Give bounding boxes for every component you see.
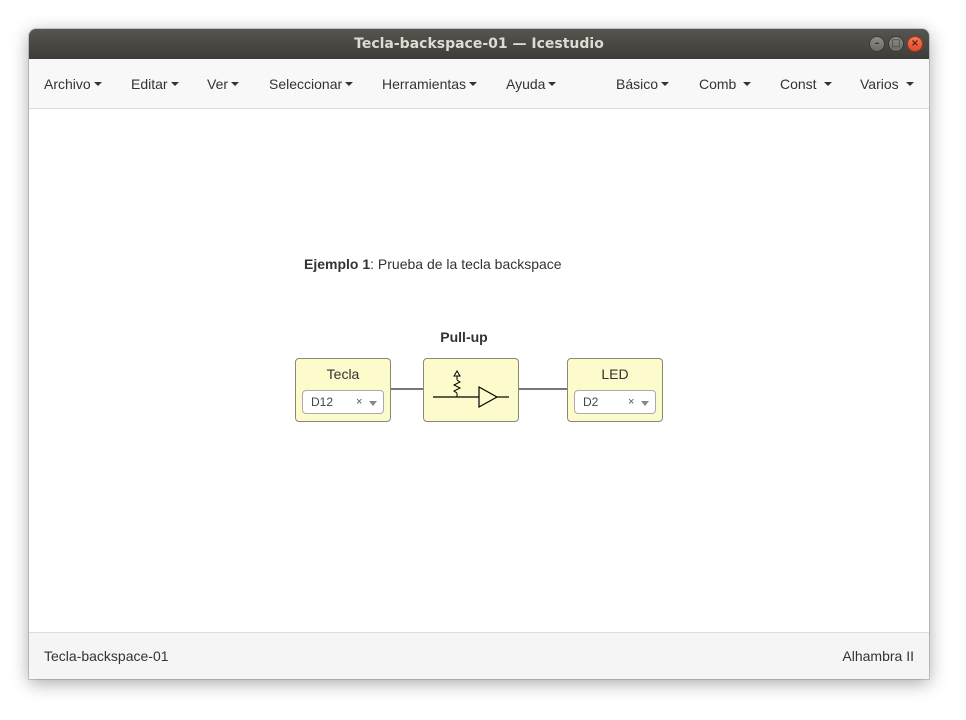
output-block-title: LED xyxy=(601,366,629,382)
status-bar: Tecla-backspace-01 Alhambra II xyxy=(29,632,929,679)
window-controls: – □ × xyxy=(869,36,923,52)
input-block-title: Tecla xyxy=(326,366,360,382)
dropdown-arrow-icon[interactable] xyxy=(641,401,649,406)
menu-ver[interactable]: Ver xyxy=(207,59,240,109)
caret-down-icon xyxy=(93,82,102,87)
info-note[interactable]: Ejemplo 1: Prueba de la tecla backspace xyxy=(304,256,562,272)
caret-down-icon xyxy=(661,82,670,87)
caret-down-icon xyxy=(823,82,832,87)
dropdown-arrow-icon[interactable] xyxy=(369,401,377,406)
output-pin-select[interactable]: D2 × xyxy=(574,390,656,414)
close-icon[interactable]: × xyxy=(907,36,923,52)
menu-seleccionar[interactable]: Seleccionar xyxy=(269,59,354,109)
menu-herramientas[interactable]: Herramientas xyxy=(382,59,478,109)
output-block[interactable]: LED D2 × xyxy=(567,358,663,422)
pullup-block[interactable] xyxy=(423,358,519,422)
design-canvas[interactable]: Ejemplo 1: Prueba de la tecla backspace … xyxy=(29,110,929,632)
menu-label: Básico xyxy=(616,76,659,92)
note-text: : Prueba de la tecla backspace xyxy=(370,256,562,272)
clear-icon[interactable]: × xyxy=(628,391,634,413)
menu-label: Varios xyxy=(860,76,899,92)
menu-comb[interactable]: Comb xyxy=(699,59,752,109)
minimize-icon[interactable]: – xyxy=(869,36,885,52)
menu-label: Editar xyxy=(131,76,168,92)
title-bar: Tecla-backspace-01 — Icestudio – □ × xyxy=(29,29,929,59)
menu-varios[interactable]: Varios xyxy=(860,59,914,109)
caret-down-icon xyxy=(345,82,354,87)
caret-down-icon xyxy=(469,82,478,87)
input-block[interactable]: Tecla D12 × xyxy=(295,358,391,422)
menu-const[interactable]: Const xyxy=(780,59,832,109)
caret-down-icon xyxy=(231,82,240,87)
menu-label: Const xyxy=(780,76,817,92)
window-title: Tecla-backspace-01 — Icestudio xyxy=(354,36,604,52)
project-name: Tecla-backspace-01 xyxy=(44,648,169,664)
note-heading: Ejemplo 1 xyxy=(304,256,371,272)
caret-down-icon xyxy=(905,82,914,87)
caret-down-icon xyxy=(170,82,179,87)
menu-editar[interactable]: Editar xyxy=(131,59,179,109)
menu-label: Ver xyxy=(207,76,229,92)
menu-archivo[interactable]: Archivo xyxy=(44,59,102,109)
pullup-label: Pull-up xyxy=(440,329,488,345)
maximize-icon[interactable]: □ xyxy=(888,36,904,52)
menu-bar: Archivo Editar Ver Seleccionar Herramien… xyxy=(29,59,929,109)
caret-down-icon xyxy=(548,82,557,87)
wire[interactable] xyxy=(390,388,424,390)
board-name[interactable]: Alhambra II xyxy=(842,633,914,679)
menu-label: Comb xyxy=(699,76,737,92)
menu-label: Herramientas xyxy=(382,76,467,92)
wire[interactable] xyxy=(518,388,568,390)
input-pin-value: D12 xyxy=(311,395,334,409)
menu-label: Seleccionar xyxy=(269,76,343,92)
output-pin-value: D2 xyxy=(583,395,599,409)
app-window: Tecla-backspace-01 — Icestudio – □ × Arc… xyxy=(29,29,929,679)
menu-label: Archivo xyxy=(44,76,91,92)
menu-basico[interactable]: Básico xyxy=(616,59,670,109)
menu-ayuda[interactable]: Ayuda xyxy=(506,59,557,109)
menu-label: Ayuda xyxy=(506,76,546,92)
input-pin-select[interactable]: D12 × xyxy=(302,390,384,414)
clear-icon[interactable]: × xyxy=(356,391,362,413)
caret-down-icon xyxy=(743,82,752,87)
pullup-resistor-buffer-icon xyxy=(433,370,509,409)
